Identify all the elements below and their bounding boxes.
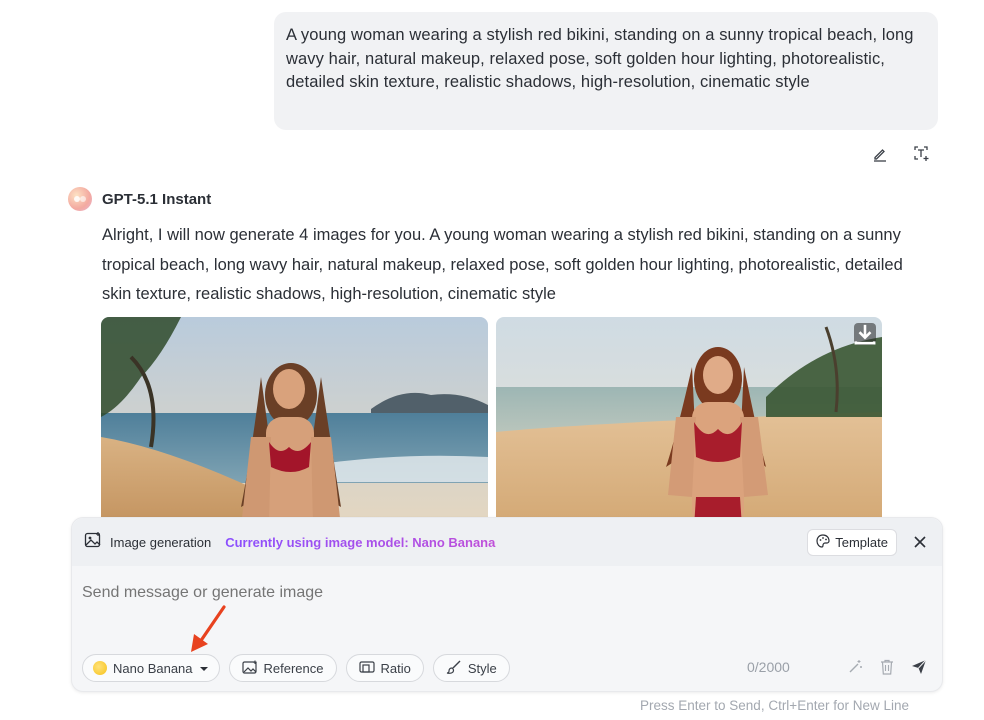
- assistant-avatar: [68, 187, 92, 211]
- template-button[interactable]: Template: [807, 529, 897, 556]
- template-label: Template: [835, 535, 888, 550]
- message-input[interactable]: [82, 584, 682, 602]
- model-selector-label: Nano Banana: [113, 660, 193, 676]
- brush-icon: [446, 660, 462, 677]
- reference-button[interactable]: Reference: [228, 654, 337, 682]
- user-message-text: A young woman wearing a stylish red biki…: [286, 26, 914, 91]
- user-message-bubble: A young woman wearing a stylish red biki…: [274, 12, 938, 130]
- style-button[interactable]: Style: [432, 654, 510, 682]
- generated-image-1[interactable]: [101, 317, 488, 527]
- generated-image-2[interactable]: [496, 317, 882, 527]
- template-icon: [816, 534, 830, 551]
- trash-icon[interactable]: [878, 658, 896, 676]
- image-reference-icon: [241, 660, 258, 677]
- close-icon[interactable]: [910, 532, 930, 552]
- reference-label: Reference: [263, 660, 324, 676]
- nano-banana-icon: [93, 661, 107, 675]
- current-model-note: Currently using image model: Nano Banana: [221, 533, 499, 552]
- assistant-message-text: Alright, I will now generate 4 images fo…: [102, 226, 903, 303]
- ratio-label: Ratio: [380, 660, 411, 676]
- annotation-arrow: [191, 605, 226, 652]
- composer-actions: [846, 658, 928, 676]
- assistant-name: GPT-5.1 Instant: [102, 190, 212, 208]
- style-label: Style: [467, 660, 497, 676]
- image-generation-icon: [84, 531, 102, 554]
- download-icon[interactable]: [854, 323, 876, 345]
- model-selector[interactable]: Nano Banana: [82, 654, 220, 682]
- edit-icon[interactable]: [870, 144, 890, 164]
- text-edit-icon[interactable]: [912, 144, 932, 164]
- composer-toolbar: Nano Banana Reference Ratio Style: [82, 654, 510, 682]
- keyboard-hint: Press Enter to Send, Ctrl+Enter for New …: [640, 698, 909, 713]
- ratio-button[interactable]: Ratio: [345, 654, 424, 682]
- magic-wand-icon[interactable]: [846, 658, 864, 676]
- caret-down-icon: [199, 661, 209, 676]
- char-counter: 0/2000: [747, 659, 790, 675]
- ratio-icon: [358, 660, 375, 677]
- send-icon[interactable]: [910, 658, 928, 676]
- composer-header: Image generation Currently using image m…: [72, 518, 942, 566]
- message-actions: [870, 144, 932, 164]
- image-generation-label: Image generation: [110, 534, 212, 550]
- assistant-header: GPT-5.1 Instant: [68, 187, 211, 211]
